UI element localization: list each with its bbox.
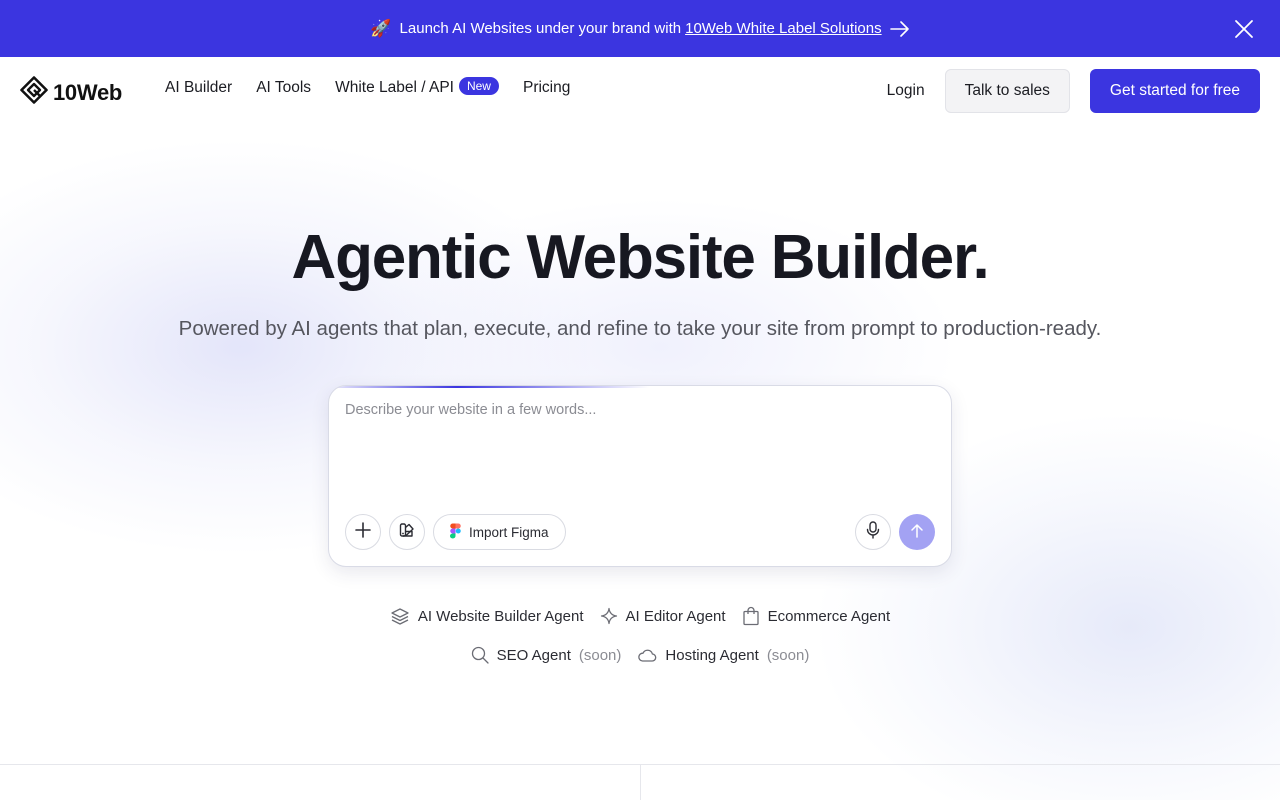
agent-label: Ecommerce Agent <box>767 607 891 625</box>
agent-seo[interactable]: SEO Agent (soon) <box>471 646 622 664</box>
soon-label: (soon) <box>766 646 810 664</box>
agent-hosting[interactable]: Hosting Agent (soon) <box>637 647 809 664</box>
close-icon[interactable] <box>1234 19 1254 39</box>
header-actions: Login Talk to sales Get started for free <box>887 69 1260 113</box>
import-figma-button[interactable]: Import Figma <box>433 514 566 550</box>
layers-icon <box>390 607 410 625</box>
search-icon <box>471 646 489 664</box>
plus-icon <box>354 521 372 544</box>
get-started-button[interactable]: Get started for free <box>1089 69 1260 113</box>
agent-label: SEO Agent <box>496 646 571 664</box>
palette-icon <box>398 521 416 544</box>
send-button[interactable] <box>899 514 935 550</box>
add-button[interactable] <box>345 514 381 550</box>
agent-website-builder[interactable]: AI Website Builder Agent <box>390 607 584 625</box>
microphone-button[interactable] <box>855 514 891 550</box>
site-header: 10Web AI Builder AI Tools White Label / … <box>0 57 1280 123</box>
announcement-text: Launch AI Websites under your brand with <box>399 20 682 37</box>
shopping-bag-icon <box>742 606 760 626</box>
login-link[interactable]: Login <box>887 82 925 100</box>
agent-ai-editor[interactable]: AI Editor Agent <box>600 607 726 625</box>
arrow-up-icon <box>910 523 924 542</box>
import-figma-label: Import Figma <box>469 524 549 540</box>
agent-label: Hosting Agent <box>665 646 759 664</box>
logo-icon <box>20 76 48 109</box>
logo-text: 10Web <box>53 79 123 105</box>
nav-label: Pricing <box>522 79 571 96</box>
agent-label: AI Editor Agent <box>625 607 726 625</box>
main-nav: AI Builder AI Tools White Label / API Ne… <box>165 77 594 97</box>
rocket-emoji: 🚀 <box>370 18 392 38</box>
announcement-bar: 🚀 Launch AI Websites under your brand wi… <box>0 0 1280 57</box>
hero-subtitle: Powered by AI agents that plan, execute,… <box>178 317 1102 340</box>
nav-label: AI Builder <box>165 79 233 96</box>
agents-row: AI Website Builder Agent AI Editor Agent… <box>0 606 1280 626</box>
agent-ecommerce[interactable]: Ecommerce Agent <box>742 606 891 626</box>
nav-item-ai-builder[interactable]: AI Builder <box>165 79 232 97</box>
microphone-icon <box>865 520 881 544</box>
hero-title: Agentic Website Builder. <box>291 223 990 292</box>
soon-label: (soon) <box>578 646 622 664</box>
announcement-link[interactable]: 10Web White Label Solutions <box>685 20 882 37</box>
nav-item-ai-tools[interactable]: AI Tools <box>256 79 311 97</box>
section-divider-vertical <box>640 764 641 800</box>
figma-icon <box>450 523 461 542</box>
style-button[interactable] <box>389 514 425 550</box>
nav-label: White Label / API <box>335 79 454 96</box>
cloud-icon <box>637 647 657 663</box>
sparkle-icon <box>600 607 618 625</box>
logo[interactable]: 10Web <box>20 76 122 109</box>
nav-label: AI Tools <box>256 79 312 96</box>
nav-item-pricing[interactable]: Pricing <box>523 79 570 97</box>
arrow-right-icon[interactable] <box>889 20 910 37</box>
talk-to-sales-button[interactable]: Talk to sales <box>944 69 1070 113</box>
prompt-input[interactable] <box>345 402 935 482</box>
agent-label: AI Website Builder Agent <box>417 607 584 625</box>
new-badge: New <box>458 77 499 95</box>
prompt-box: Import Figma <box>328 385 952 567</box>
agents-row: SEO Agent (soon) Hosting Agent (soon) <box>0 646 1280 664</box>
nav-item-white-label[interactable]: White Label / API New <box>335 77 499 97</box>
